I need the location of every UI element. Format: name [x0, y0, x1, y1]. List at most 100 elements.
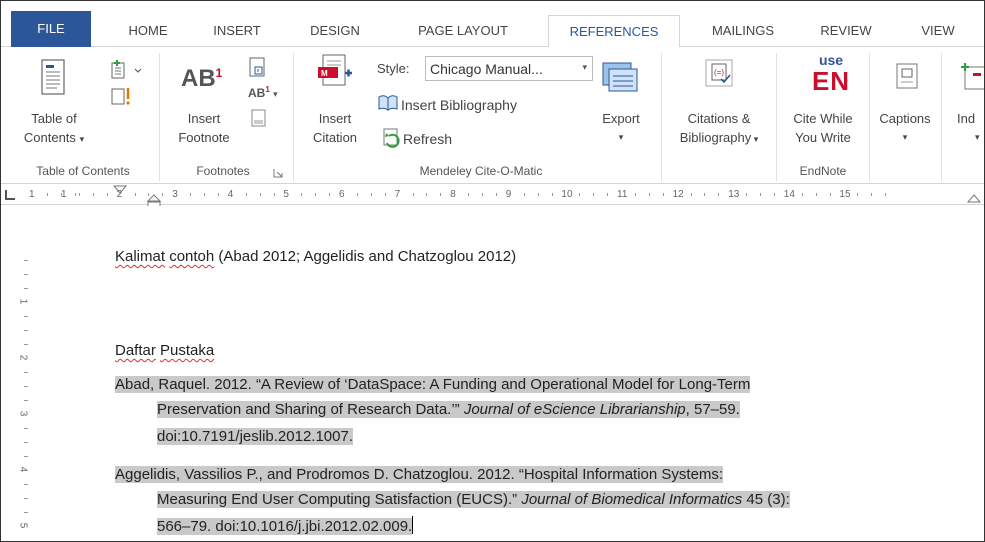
captions-button[interactable]: Captions ▾	[873, 109, 937, 147]
dialog-launcher-icon[interactable]	[273, 168, 283, 178]
table-of-contents-button[interactable]: Table of Contents ▾	[19, 109, 89, 149]
right-indent-marker[interactable]	[967, 194, 981, 204]
ruler-tick	[482, 193, 483, 196]
citations-label-1: Citations &	[687, 111, 751, 126]
insert-citation-button[interactable]: Insert Citation	[305, 109, 365, 147]
ruler-number: 5	[283, 189, 289, 200]
toc-label-2: Contents ▾	[23, 130, 85, 145]
bibliography-heading[interactable]: Daftar Pustaka	[115, 340, 214, 362]
citations-bibliography-icon[interactable]: (=)	[703, 57, 735, 89]
group-divider	[941, 53, 942, 181]
misspelled-word[interactable]: Pustaka	[160, 342, 214, 359]
tab-home[interactable]: HOME	[113, 15, 183, 47]
group-divider	[776, 53, 777, 181]
ruler-tick	[829, 193, 831, 196]
endnote-logo-main: EN	[811, 66, 851, 96]
reference-entry[interactable]: Aggelidis, Vassilios P., and Prodromos D…	[115, 464, 724, 486]
ruler-tick	[426, 193, 428, 196]
insert-footnote-button[interactable]: Insert Footnote	[169, 109, 239, 147]
next-footnote-icon[interactable]: AB1 ▾	[248, 85, 278, 100]
endnote-label-2: You Write	[795, 130, 851, 145]
chevron-down-icon: ▾	[975, 132, 980, 142]
endnote-label-1: Cite While	[793, 111, 853, 126]
index-label: Ind	[957, 111, 976, 126]
update-table-icon[interactable]	[109, 85, 139, 107]
reference-entry-cont[interactable]: doi:10.7191/jeslib.2012.1007.	[157, 426, 353, 448]
ruler-tick	[384, 193, 386, 196]
reference-entry-cont[interactable]: Measuring End User Computing Satisfactio…	[157, 489, 790, 511]
reference-entry-cont[interactable]: 566–79. doi:10.1016/j.jbi.2012.02.009.	[157, 516, 414, 538]
citation-text[interactable]: (Abad 2012; Aggelidis and Chatzoglou 201…	[218, 248, 516, 265]
export-label: Export	[602, 111, 640, 126]
endnote-logo-icon[interactable]: use EN	[805, 53, 857, 95]
tab-view[interactable]: VIEW	[903, 15, 973, 47]
tab-mailings[interactable]: MAILINGS	[693, 15, 793, 47]
ruler-number: 3	[172, 189, 178, 200]
vruler-number: 5	[17, 522, 29, 529]
reference-line: , 57–59.	[685, 401, 740, 418]
ruler-tick	[78, 193, 80, 196]
mendeley-insert-citation-icon[interactable]: M	[315, 53, 355, 93]
document-page[interactable]: Kalimat contoh (Abad 2012; Aggelidis and…	[37, 206, 984, 541]
insert-bibliography-button[interactable]: Insert Bibliography	[401, 97, 517, 113]
misspelled-word[interactable]: contoh	[169, 248, 214, 265]
ruler-tick	[329, 193, 331, 196]
ruler-tick	[134, 193, 136, 196]
ruler-tick	[74, 193, 76, 196]
misspelled-word[interactable]: Kalimat	[115, 248, 165, 265]
reference-entry-cont[interactable]: Preservation and Sharing of Research Dat…	[157, 399, 740, 421]
ruler-number: 9	[505, 189, 512, 200]
cite-while-you-write-button[interactable]: Cite While You Write	[783, 109, 863, 147]
insert-citation-label-2: Citation	[312, 130, 358, 145]
ruler-tick	[106, 193, 108, 196]
style-label: Style:	[377, 61, 410, 76]
refresh-icon	[383, 128, 400, 148]
reference-line: Aggelidis, Vassilios P., and Prodromos D…	[115, 466, 724, 483]
add-text-icon[interactable]	[109, 59, 149, 81]
style-dropdown-value: Chicago Manual...	[430, 61, 543, 77]
tab-review[interactable]: REVIEW	[806, 15, 886, 47]
captions-icon[interactable]	[893, 61, 923, 91]
ruler-number: 6	[339, 189, 345, 200]
vruler-tick	[24, 512, 28, 513]
insert-index-icon[interactable]	[959, 61, 985, 91]
export-icon[interactable]	[599, 59, 641, 101]
ruler-number: 15	[839, 189, 851, 200]
ruler-tick	[273, 193, 275, 196]
insert-endnote-icon[interactable]	[247, 55, 271, 79]
ruler-tick	[468, 193, 470, 196]
tab-design[interactable]: DESIGN	[295, 15, 375, 47]
export-button[interactable]: Export ▾	[591, 109, 651, 147]
ruler-tick	[648, 193, 650, 196]
refresh-button[interactable]: Refresh	[403, 131, 452, 147]
index-button[interactable]: Ind ▾	[957, 109, 984, 147]
ruler-number: 4	[227, 189, 234, 200]
style-dropdown[interactable]: Chicago Manual... ▾	[425, 56, 593, 81]
citations-label-2: Bibliography ▾	[679, 130, 759, 145]
tab-file[interactable]: FILE	[11, 11, 91, 47]
vruler-tick	[24, 498, 28, 499]
ruler-tick	[704, 193, 706, 196]
reference-line: Preservation and Sharing of Research Dat…	[157, 401, 464, 418]
vruler-tick	[24, 372, 28, 373]
ruler-tick	[746, 193, 748, 196]
tab-page-layout[interactable]: PAGE LAYOUT	[393, 15, 533, 47]
misspelled-word[interactable]: Daftar	[115, 342, 156, 359]
show-notes-icon[interactable]	[249, 107, 269, 129]
reference-doi: doi:10.7191/jeslib.2012.1007.	[157, 428, 353, 445]
ruler-number: 1	[61, 189, 67, 200]
vruler-tick	[24, 288, 28, 289]
body-sentence[interactable]: Kalimat contoh (Abad 2012; Aggelidis and…	[115, 246, 516, 268]
chevron-down-icon: ▾	[618, 132, 624, 142]
insert-footnote-icon[interactable]: AB1	[181, 65, 222, 93]
tab-insert[interactable]: INSERT	[197, 15, 277, 47]
table-of-contents-icon[interactable]	[39, 57, 67, 99]
ruler-tick	[190, 193, 192, 196]
tab-selector-icon[interactable]	[5, 190, 15, 200]
citations-bibliography-button[interactable]: Citations & Bibliography ▾	[665, 109, 773, 149]
reference-line: 45 (3):	[742, 491, 790, 508]
horizontal-ruler[interactable]: 1 1 2 3 4 5 6 7 8 9 10 11 12 13 14 15	[1, 185, 984, 209]
reference-entry[interactable]: Abad, Raquel. 2012. “A Review of ‘DataSp…	[115, 374, 751, 396]
ruler-tick	[760, 193, 761, 196]
tab-references[interactable]: REFERENCES	[548, 15, 680, 48]
